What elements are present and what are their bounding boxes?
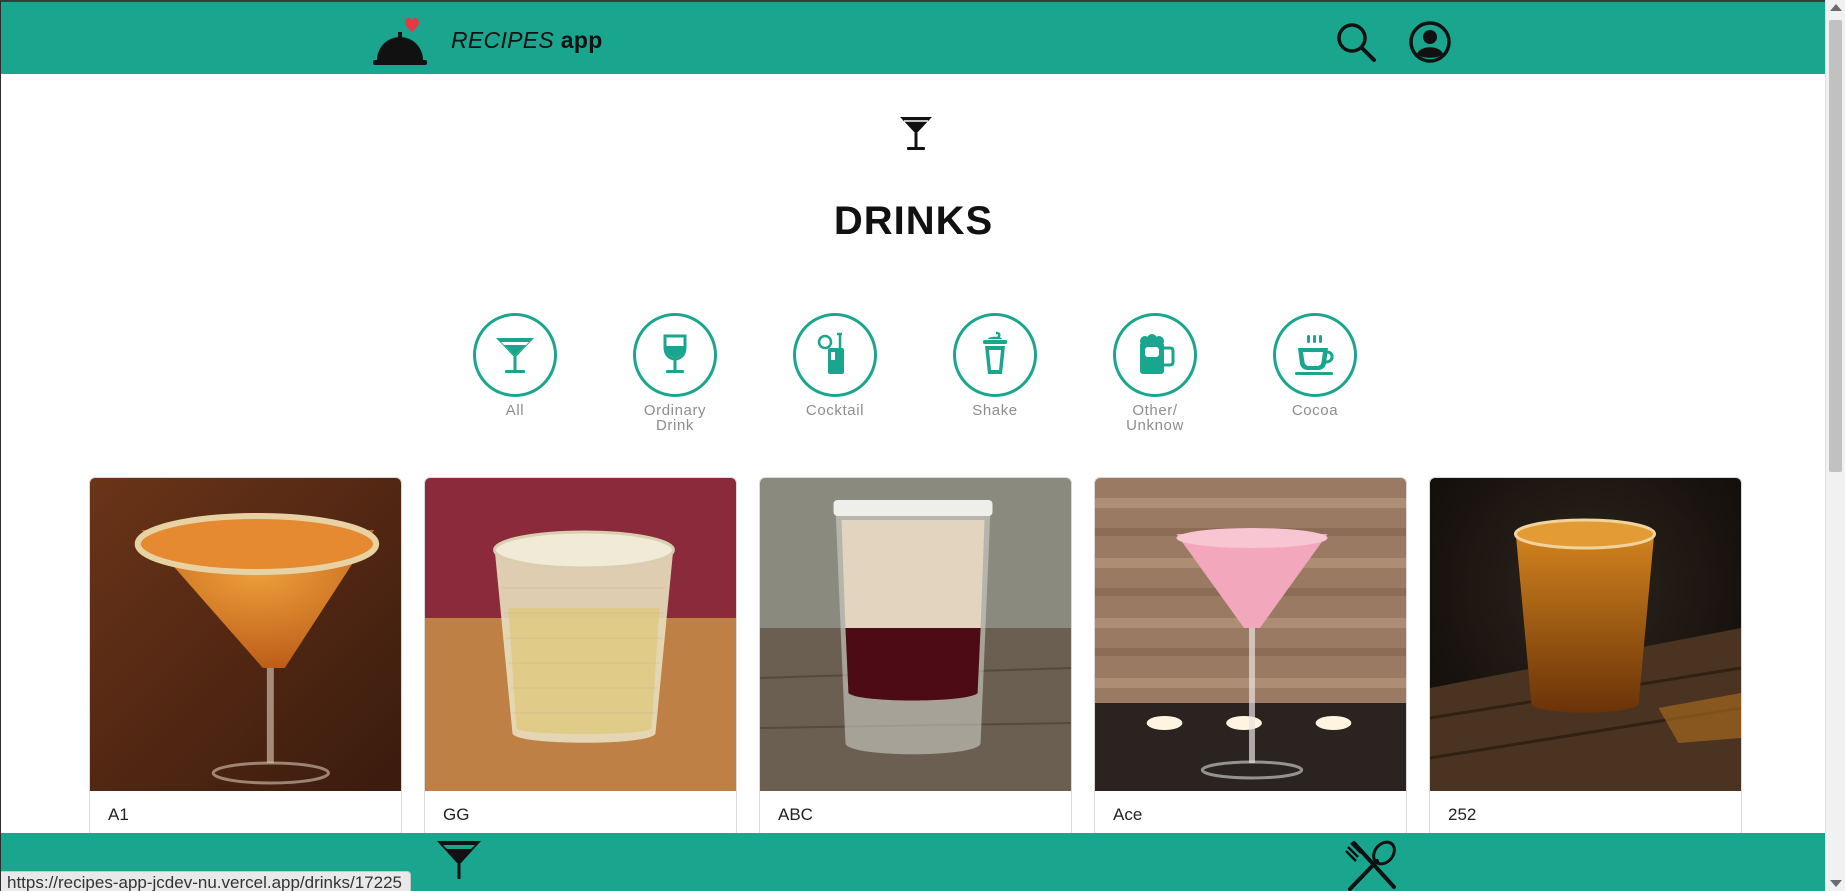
browser-viewport: RECIPES app DRINKS All Ordinary Drink Co… [0, 0, 1825, 891]
category-label: Ordinary Drink [643, 402, 707, 434]
category-label: Shake [972, 402, 1018, 419]
recipe-card[interactable]: GG [424, 477, 737, 837]
profile-icon [1409, 21, 1451, 63]
shake-cup-icon [983, 331, 1007, 374]
category-button[interactable] [1113, 313, 1197, 397]
recipe-name: ABC [778, 805, 813, 824]
recipe-name: Ace [1113, 805, 1143, 824]
profile-button[interactable] [1408, 20, 1452, 64]
category-label: Cocoa [1291, 402, 1339, 419]
page-title: DRINKS [833, 199, 994, 243]
recipe-photo[interactable] [90, 478, 401, 791]
category-cocktail[interactable]: Cocktail [775, 313, 895, 418]
beer-mug-icon [1140, 334, 1175, 374]
scroll-down-arrow-icon[interactable] [1830, 880, 1842, 887]
straw-drink-icon [817, 332, 844, 374]
drink-photo [1430, 478, 1741, 791]
category-label: Other/ Unknow [1126, 402, 1184, 434]
recipe-photo[interactable] [425, 478, 736, 791]
recipe-name: A1 [108, 805, 129, 824]
brand-name[interactable]: RECIPES app [451, 27, 603, 54]
category-all[interactable]: All [455, 313, 575, 418]
vertical-scrollbar[interactable] [1825, 0, 1845, 891]
category-button[interactable] [1273, 313, 1357, 397]
category-button[interactable] [953, 313, 1037, 397]
recipe-photo[interactable] [1095, 478, 1406, 791]
meals-nav-button[interactable] [1344, 839, 1400, 891]
meals-nav-icon [1345, 840, 1396, 891]
category-shake[interactable]: Shake [935, 313, 1055, 418]
category-label: Cocktail [805, 402, 865, 419]
recipe-photo[interactable] [760, 478, 1071, 791]
recipe-card[interactable]: 252 [1429, 477, 1742, 837]
brand-italic: RECIPES [451, 27, 555, 53]
recipe-name: 252 [1448, 805, 1477, 824]
recipe-photo[interactable] [1430, 478, 1741, 791]
drink-photo [760, 478, 1071, 791]
drink-photo [90, 478, 401, 791]
wine-glass-icon [663, 334, 687, 373]
search-icon [1337, 23, 1376, 62]
recipe-name: GG [443, 805, 470, 824]
martini-glass-icon [900, 117, 932, 150]
recipe-card[interactable]: Ace [1094, 477, 1407, 837]
category-label: All [505, 402, 525, 419]
hot-cup-icon [1295, 335, 1334, 375]
category-button[interactable] [473, 313, 557, 397]
drink-photo [425, 478, 736, 791]
category-button[interactable] [633, 313, 717, 397]
recipe-card[interactable]: ABC [759, 477, 1072, 837]
brand-bold: app [560, 27, 603, 53]
category-button[interactable] [793, 313, 877, 397]
scroll-up-arrow-icon[interactable] [1830, 4, 1842, 11]
top-header: RECIPES app [1, 2, 1825, 74]
recipe-card[interactable]: A1 [89, 477, 402, 837]
search-button[interactable] [1334, 20, 1378, 64]
cloche-heart-logo-icon [373, 17, 427, 65]
category-other-unknow[interactable]: Other/ Unknow [1095, 313, 1215, 433]
category-cocoa[interactable]: Cocoa [1255, 313, 1375, 418]
scroll-thumb[interactable] [1829, 20, 1842, 472]
category-ordinary-drink[interactable]: Ordinary Drink [615, 313, 735, 433]
drinks-nav-button[interactable] [433, 839, 485, 879]
link-status-url: https://recipes-app-jcdev-nu.vercel.app/… [1, 871, 411, 891]
cocktail-glass-icon [496, 338, 534, 373]
drink-photo [1095, 478, 1406, 791]
drinks-nav-icon [437, 841, 481, 879]
